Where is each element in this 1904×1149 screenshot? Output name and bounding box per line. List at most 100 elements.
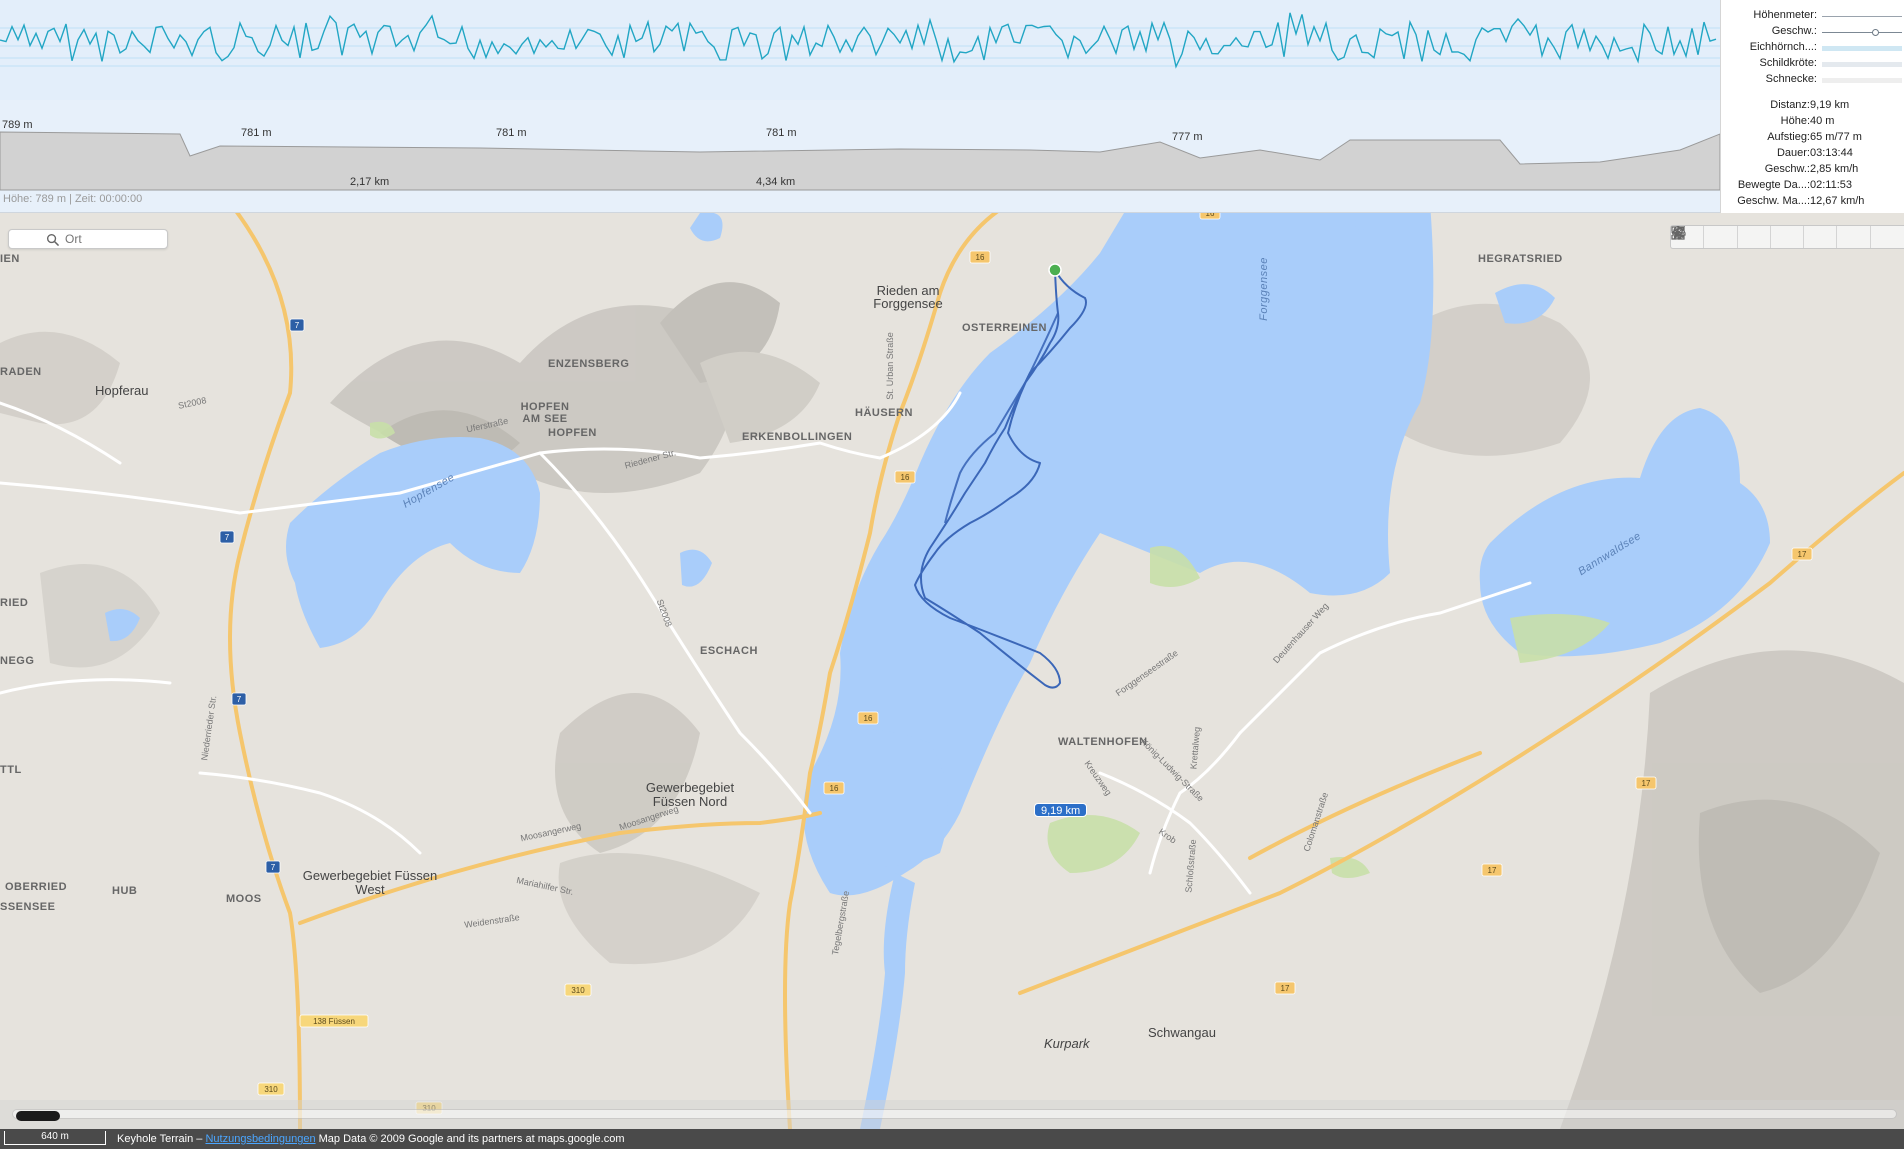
route-start-marker bbox=[1048, 263, 1062, 277]
map-footer: 640 m Keyhole Terrain – Nutzungsbedingun… bbox=[0, 1129, 1904, 1149]
stat-dauer: Dauer: 03:13:44 bbox=[1721, 147, 1904, 162]
stat-label: Bewegte Da...: bbox=[1737, 179, 1810, 191]
place-label: IEN bbox=[0, 253, 20, 265]
speed-slider[interactable] bbox=[1822, 29, 1902, 36]
street-label: St. Urban Straße bbox=[884, 332, 895, 400]
distance-label: 4,34 km bbox=[756, 176, 796, 188]
town-label: Hopferau bbox=[95, 383, 149, 398]
balloon-button[interactable] bbox=[1673, 226, 1871, 248]
elevation-profile[interactable]: 789 m 781 m 781 m 781 m 777 m 2,17 km 4,… bbox=[0, 0, 1720, 213]
map-toolbar bbox=[1670, 225, 1904, 249]
horizontal-scrollbar[interactable] bbox=[0, 1100, 1904, 1129]
legend-label: Geschw.: bbox=[1771, 25, 1817, 37]
legend-eichhoernchen: Eichhörnch...: bbox=[1721, 41, 1904, 55]
place-label: HEGRATSRIED bbox=[1478, 253, 1563, 265]
place-label: HOPFEN AM SEE bbox=[520, 401, 570, 425]
place-label: TTL bbox=[0, 764, 22, 776]
slider-knob[interactable] bbox=[1872, 29, 1879, 36]
route-distance-badge: 9,19 km bbox=[1034, 803, 1088, 817]
stat-value: 9,19 km bbox=[1810, 99, 1850, 111]
place-label: OSTERREINEN bbox=[962, 322, 1047, 334]
legend-swatch bbox=[1822, 46, 1902, 51]
scroll-thumb[interactable] bbox=[16, 1111, 60, 1121]
legend-label: Schnecke: bbox=[1765, 73, 1817, 85]
elevation-label: 781 m bbox=[496, 127, 527, 139]
stat-label: Geschw.: bbox=[1764, 163, 1810, 175]
water-label: Forggensee bbox=[1257, 257, 1270, 321]
place-label: HOPFEN bbox=[548, 427, 597, 439]
legend-label: Höhenmeter: bbox=[1753, 9, 1817, 21]
stat-value: 2,85 km/h bbox=[1810, 163, 1859, 175]
place-label: NEGG bbox=[0, 655, 35, 667]
stat-label: Aufstieg: bbox=[1767, 131, 1810, 143]
stat-label: Geschw. Ma...: bbox=[1737, 195, 1810, 207]
town-label: Schwangau bbox=[1148, 1025, 1216, 1040]
scale-bar: 640 m bbox=[4, 1131, 106, 1145]
place-label: MOOS bbox=[226, 893, 262, 905]
stat-label: Höhe: bbox=[1780, 115, 1810, 127]
driving-mode-button[interactable] bbox=[1672, 226, 1838, 248]
legend-geschw: Geschw.: bbox=[1721, 25, 1904, 39]
town-label: Kurpark bbox=[1044, 1036, 1090, 1051]
elevation-label: 781 m bbox=[766, 127, 797, 139]
hopfensee bbox=[286, 437, 540, 648]
legend-hoehenmeter: Höhenmeter: bbox=[1721, 9, 1904, 23]
town-label: Gewerbegebiet Füssen Nord bbox=[645, 780, 735, 809]
place-label: SSENSEE bbox=[0, 901, 56, 913]
search-input[interactable] bbox=[65, 231, 165, 247]
map-credits: Keyhole Terrain – Nutzungsbedingungen Ma… bbox=[117, 1129, 625, 1149]
stat-distanz: Distanz: 9,19 km bbox=[1721, 99, 1904, 114]
stat-label: Dauer: bbox=[1776, 147, 1810, 159]
lake-north-1 bbox=[690, 213, 723, 242]
map-canvas[interactable] bbox=[0, 213, 1904, 1129]
place-label: RIED bbox=[0, 597, 29, 609]
place-label: OBERRIED bbox=[5, 881, 68, 893]
stats-panel: Höhenmeter: Geschw.: Eichhörnch...: Schi… bbox=[1720, 0, 1904, 213]
town-label: Gewerbegebiet Füssen West bbox=[302, 868, 438, 897]
map-view[interactable]: HEGRATSRIED OSTERREINEN ENZENSBERG HÄUSE… bbox=[0, 213, 1904, 1129]
copyright-text: Map Data © 2009 Google and its partners … bbox=[318, 1133, 625, 1145]
place-label: ESCHACH bbox=[700, 645, 758, 657]
stat-value: 40 m bbox=[1810, 115, 1835, 127]
place-label: ERKENBOLLINGEN bbox=[742, 431, 853, 443]
stat-value: 02:11:53 bbox=[1810, 179, 1853, 191]
stat-label: Distanz: bbox=[1770, 99, 1810, 111]
elevation-label: 789 m bbox=[2, 119, 33, 131]
search-icon bbox=[46, 233, 59, 246]
distance-label: 2,17 km bbox=[350, 176, 390, 188]
legend-label: Eichhörnch...: bbox=[1749, 41, 1817, 53]
elevation-area bbox=[0, 131, 1720, 191]
legend-swatch bbox=[1822, 78, 1902, 83]
place-label: HÄUSERN bbox=[855, 407, 913, 419]
walking-mode-button[interactable] bbox=[1673, 226, 1805, 248]
elevation-label: 781 m bbox=[241, 127, 272, 139]
stat-value: 12,67 km/h bbox=[1810, 195, 1865, 207]
terms-link[interactable]: Nutzungsbedingungen bbox=[205, 1133, 315, 1145]
fit-route-button[interactable] bbox=[1671, 226, 1771, 248]
place-label: RADEN bbox=[0, 366, 42, 378]
town-label: Rieden am Forggensee bbox=[873, 283, 943, 311]
profile-chart bbox=[0, 0, 1720, 191]
provider-label: Keyhole Terrain – bbox=[117, 1133, 203, 1145]
legend-schnecke: Schnecke: bbox=[1721, 73, 1904, 87]
lake-small-c bbox=[680, 549, 712, 587]
place-label: ENZENSBERG bbox=[548, 358, 630, 370]
legend-schildkroete: Schildkröte: bbox=[1721, 57, 1904, 71]
zoom-out-button[interactable] bbox=[1672, 226, 1904, 248]
stat-geschw-max: Geschw. Ma...: 12,67 km/h bbox=[1721, 195, 1904, 210]
place-label: WALTENHOFEN bbox=[1058, 736, 1148, 748]
place-label: HUB bbox=[112, 885, 138, 897]
scroll-track[interactable] bbox=[12, 1109, 1897, 1119]
lech-river bbox=[860, 873, 915, 1129]
locate-button[interactable] bbox=[1671, 226, 1738, 248]
stat-hoehe: Höhe: 40 m bbox=[1721, 115, 1904, 130]
legend-line bbox=[1822, 16, 1902, 17]
stat-geschw: Geschw.: 2,85 km/h bbox=[1721, 163, 1904, 178]
stat-aufstieg: Aufstieg: 65 m/77 m bbox=[1721, 131, 1904, 146]
profile-status: Höhe: 789 m | Zeit: 00:00:00 bbox=[3, 193, 143, 205]
legend-swatch bbox=[1822, 62, 1902, 67]
stat-value: 65 m/77 m bbox=[1810, 131, 1862, 143]
elevation-label: 777 m bbox=[1172, 131, 1203, 143]
minus-icon bbox=[1672, 232, 1684, 234]
location-search[interactable] bbox=[8, 229, 168, 249]
